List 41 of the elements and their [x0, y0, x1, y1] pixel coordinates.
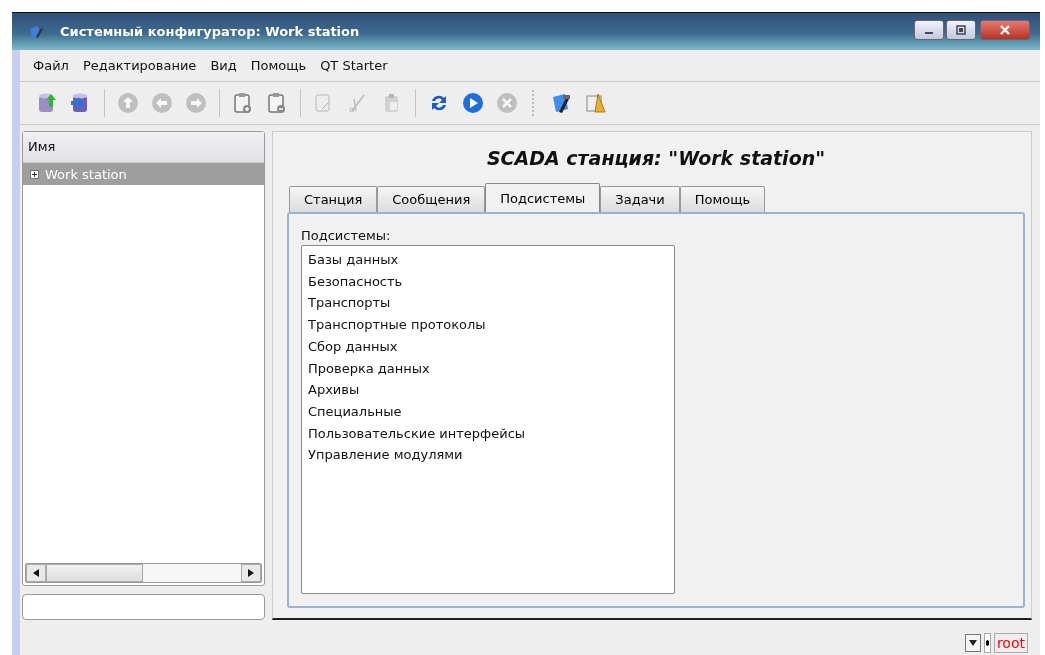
tab[interactable]: Станция	[289, 186, 378, 212]
maximize-button[interactable]	[946, 19, 976, 40]
menu-item[interactable]: Вид	[210, 58, 237, 73]
list-item[interactable]: Управление модулями	[308, 444, 668, 467]
menu-item[interactable]: Файл	[33, 58, 69, 73]
page-title: SCADA станция: "Work station"	[485, 147, 827, 169]
caret-icon	[968, 640, 977, 646]
scroll-right-icon[interactable]	[248, 569, 254, 577]
tab[interactable]: Помощь	[679, 186, 766, 212]
app-icon	[28, 23, 44, 40]
close-icon	[999, 23, 1011, 36]
close-button[interactable]	[980, 19, 1030, 40]
list-item[interactable]: Специальные	[308, 400, 668, 423]
list-item[interactable]: Безопасность	[308, 270, 668, 293]
menu-item[interactable]: QT Starter	[320, 58, 388, 73]
minimize-icon	[925, 32, 933, 34]
menu-item[interactable]: Редактирование	[82, 58, 197, 73]
tab[interactable]: Задачи	[600, 186, 680, 212]
minimize-button[interactable]	[914, 19, 944, 40]
expand-plus-icon[interactable]	[30, 169, 39, 179]
list-item[interactable]: Транспортные протоколы	[308, 314, 668, 336]
scroll-left-icon[interactable]	[33, 569, 39, 577]
column-header: Имя	[23, 132, 264, 163]
menu-item[interactable]: Помощь	[250, 58, 307, 73]
horizontal-scrollbar[interactable]	[25, 563, 262, 583]
list-item[interactable]: Транспорты	[308, 292, 668, 315]
tab[interactable]: Сообщения	[377, 186, 486, 212]
dropdown-button[interactable]	[964, 634, 981, 652]
list-item[interactable]: Сбор данных	[308, 335, 668, 358]
status-indicator	[983, 633, 991, 653]
list-item[interactable]: Пользовательские интерфейсы	[308, 422, 668, 445]
input-field[interactable]	[22, 594, 265, 620]
tab[interactable]: Подсистемы	[485, 183, 601, 212]
list-item[interactable]: Базы данных	[308, 249, 668, 271]
list-label: Подсистемы:	[301, 228, 391, 243]
maximize-icon	[955, 23, 967, 36]
list-item[interactable]: Проверка данных	[308, 357, 668, 380]
list-item[interactable]: Архивы	[308, 379, 668, 401]
user-label: root	[993, 633, 1028, 653]
toolbar-grip[interactable]	[532, 90, 537, 116]
window-title: Системный конфигуратор: Work station	[60, 24, 361, 39]
